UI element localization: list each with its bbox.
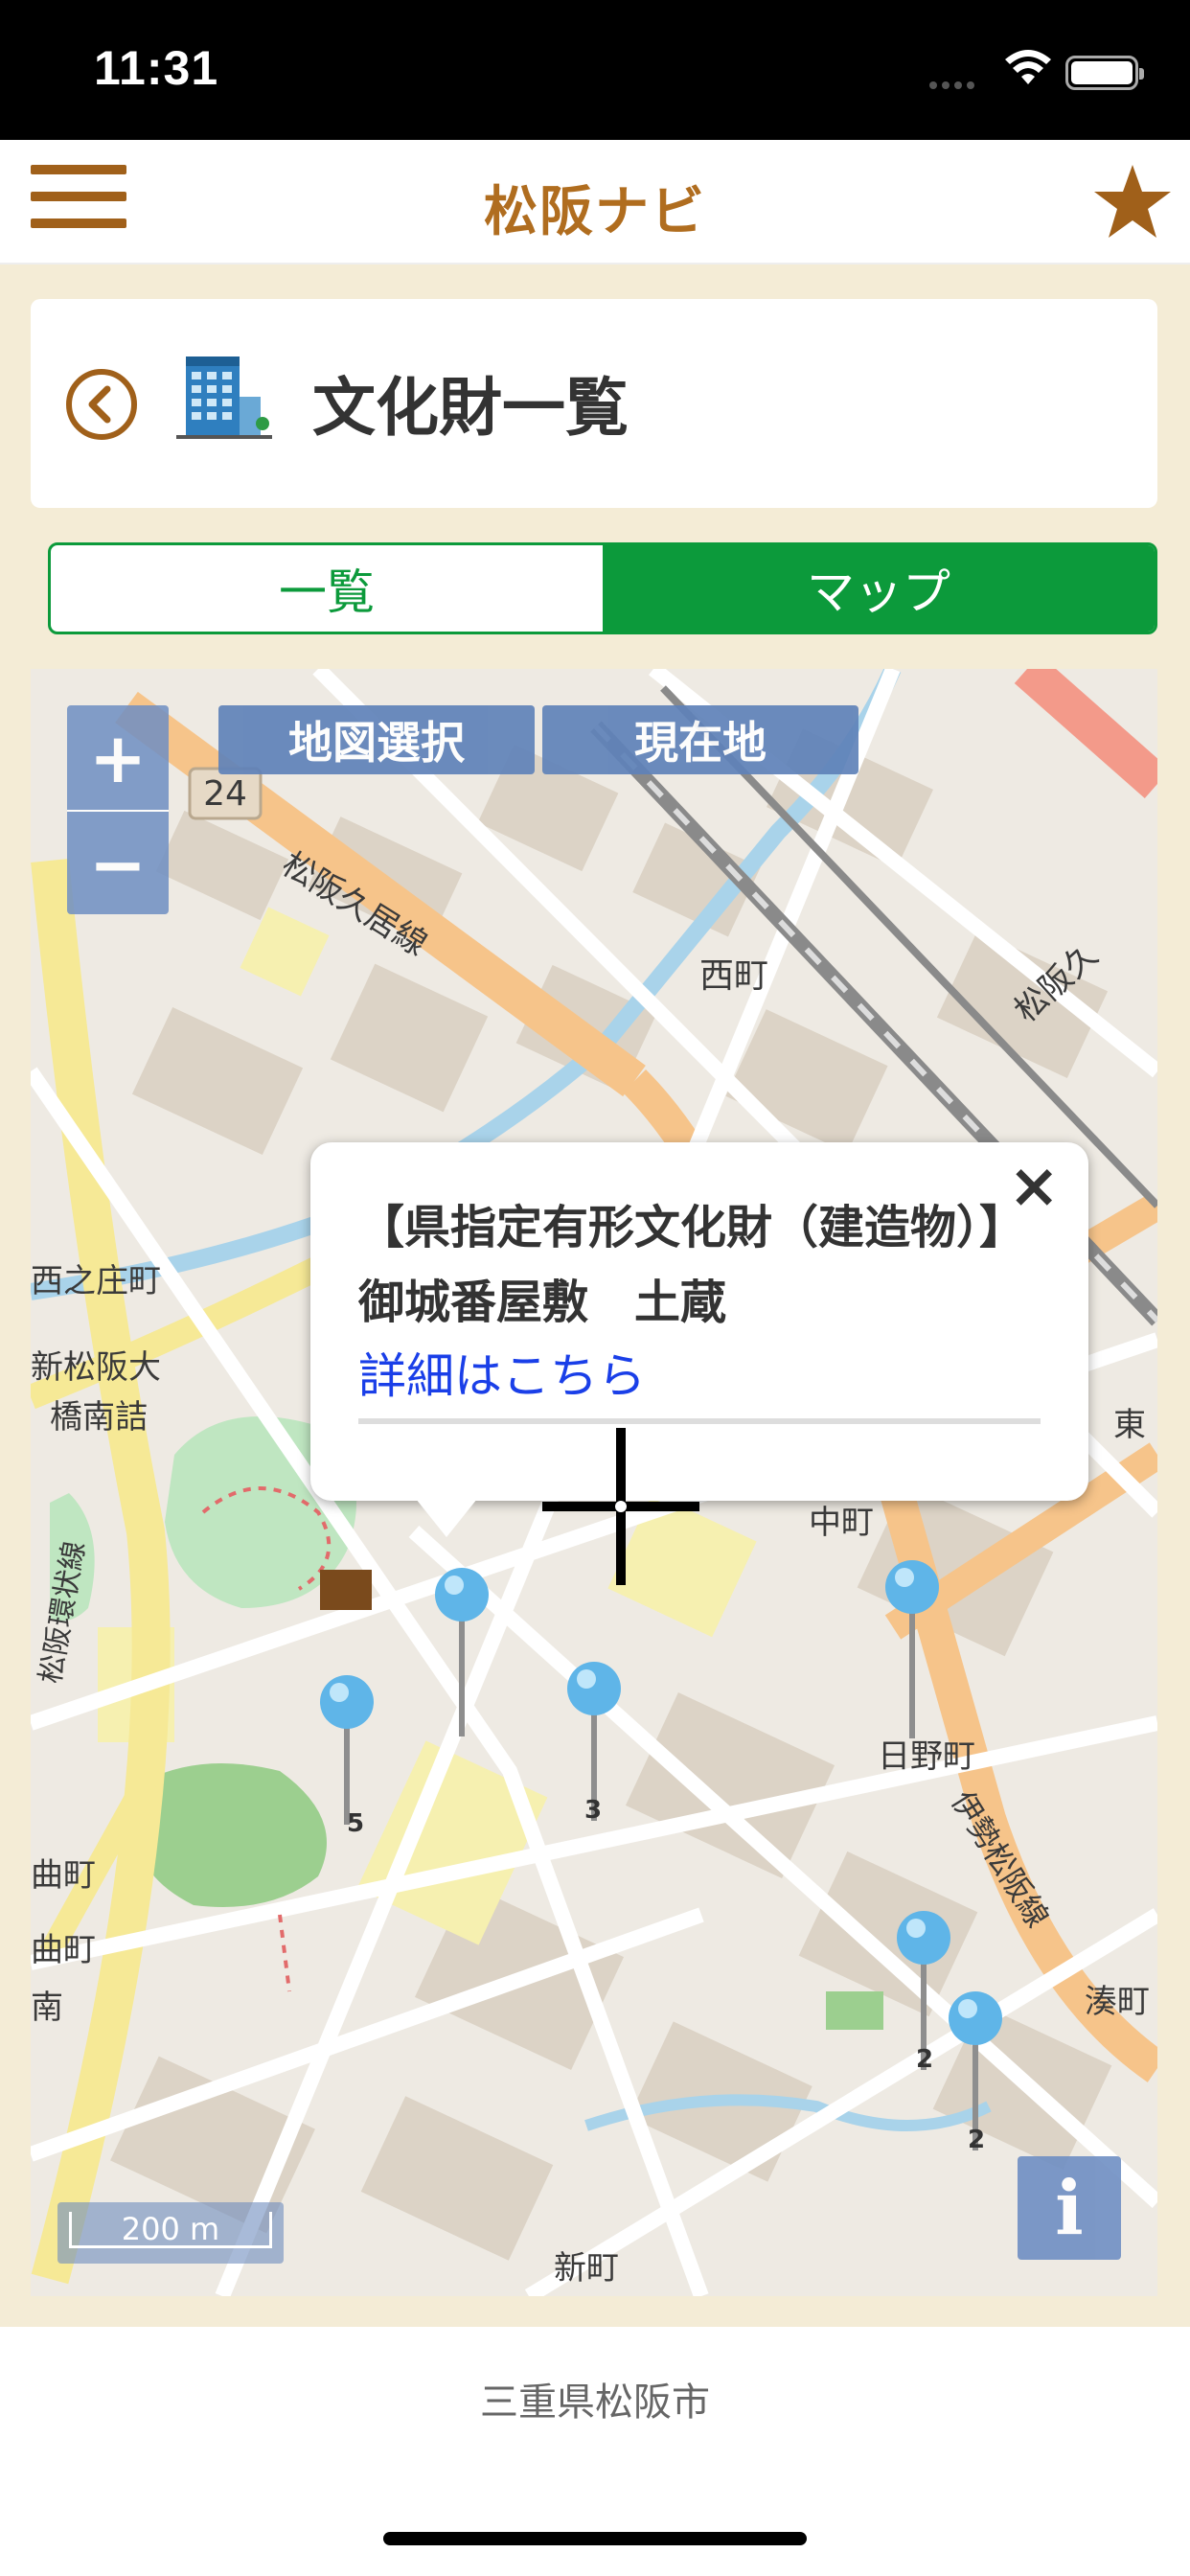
- favorite-star-icon[interactable]: [1092, 161, 1173, 242]
- view-segmented-control: 一覧 マップ: [48, 542, 1157, 634]
- popup-divider: [358, 1418, 1041, 1424]
- map-pin[interactable]: [433, 1566, 491, 1746]
- info-button[interactable]: i: [1018, 2156, 1121, 2260]
- home-indicator: [383, 2532, 807, 2545]
- pin-count-label: 2: [968, 2126, 986, 2154]
- status-time: 11:31: [94, 41, 219, 95]
- pin-count-label: 3: [584, 1796, 603, 1825]
- page-title: 文化財一覧: [312, 371, 629, 445]
- pin-count-label: 5: [347, 1809, 365, 1838]
- castle-icon: [320, 1570, 372, 1610]
- district-label: 南: [31, 1989, 63, 2027]
- signal-icon: [929, 75, 979, 93]
- district-label: 橋南詰: [50, 1398, 148, 1437]
- pin-count-label: 2: [916, 2045, 934, 2074]
- status-bar: 11:31: [0, 0, 1190, 140]
- back-chevron-icon[interactable]: [63, 366, 140, 443]
- popup-title: 【県指定有形文化財（建造物）】 御城番屋敷 土蔵: [358, 1201, 1049, 1329]
- battery-icon: [1065, 56, 1144, 90]
- district-label: 新町: [554, 2249, 619, 2288]
- zoom-in-button[interactable]: +: [67, 705, 169, 812]
- district-label: 曲町: [31, 1931, 96, 1969]
- zoom-out-button[interactable]: −: [67, 812, 169, 916]
- wifi-icon: [1005, 50, 1051, 84]
- nav-bar: 松阪ナビ: [0, 140, 1190, 264]
- map-pin[interactable]: [883, 1558, 941, 1738]
- scale-label: 200 m: [69, 2211, 272, 2248]
- scale-bar: 200 m: [57, 2202, 284, 2264]
- district-label: 曲町: [31, 1856, 96, 1895]
- map-view[interactable]: 24 松阪久居線 松阪久 西町 西之庄町 新松阪大 橋南詰 中町 日野町 伊勢松…: [31, 669, 1157, 2296]
- district-label: 東: [1113, 1406, 1146, 1444]
- tab-list[interactable]: 一覧: [51, 545, 603, 632]
- district-label: 日野町: [878, 1737, 975, 1776]
- crosshair-icon: [542, 1428, 699, 1585]
- district-label: 西町: [699, 956, 768, 996]
- tab-map[interactable]: マップ: [603, 545, 1155, 632]
- building-icon: [176, 356, 272, 439]
- map-popup: × 【県指定有形文化財（建造物）】 御城番屋敷 土蔵 詳細はこちら: [310, 1142, 1088, 1537]
- current-location-button[interactable]: 現在地: [542, 705, 858, 774]
- route-number-label: 24: [203, 774, 247, 814]
- district-label: 西之庄町: [31, 1262, 161, 1300]
- footer-text: 三重県松阪市: [480, 2380, 710, 2425]
- app-title: 松阪ナビ: [484, 181, 706, 243]
- district-label: 新松阪大: [31, 1348, 161, 1387]
- header-card: 文化財一覧: [31, 299, 1157, 508]
- district-label: 中町: [809, 1504, 874, 1542]
- zoom-control: + −: [67, 705, 169, 914]
- map-select-button[interactable]: 地図選択: [218, 705, 535, 774]
- district-label: 湊町: [1085, 1983, 1150, 2021]
- detail-link[interactable]: 詳細はこちら: [358, 1338, 646, 1407]
